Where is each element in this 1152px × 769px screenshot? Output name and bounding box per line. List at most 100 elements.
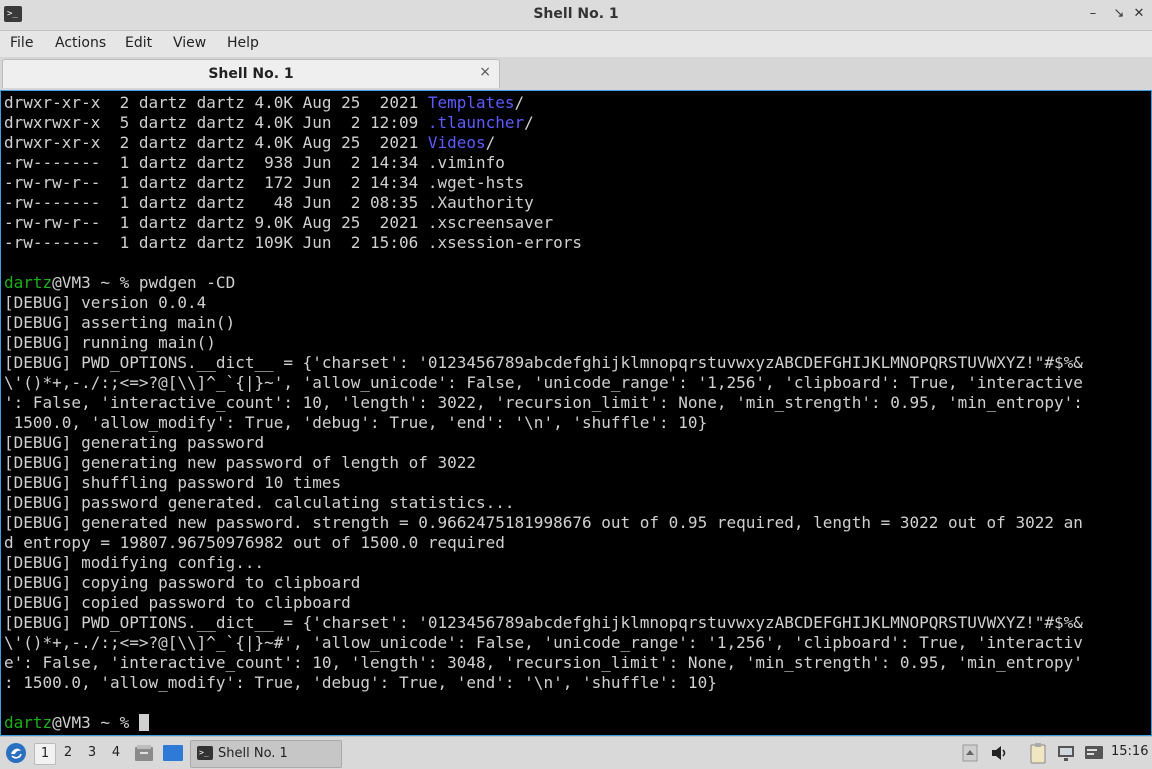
terminal-line: -rw------- 1 dartz dartz 48 Jun 2 08:35 …	[4, 193, 1083, 213]
terminal-lines: drwxr-xr-x 2 dartz dartz 4.0K Aug 25 202…	[4, 93, 1083, 733]
terminal-text: /	[514, 93, 525, 112]
prompt-user: dartz	[4, 713, 53, 732]
volume-icon[interactable]	[990, 744, 1010, 762]
app-menu-icon[interactable]	[5, 742, 27, 764]
terminal-text: /	[524, 113, 534, 132]
workspace-4[interactable]: 4	[106, 743, 126, 763]
show-desktop-icon[interactable]	[162, 744, 184, 762]
terminal-text: drwxr-xr-x 2 dartz dartz 4.0K Aug 25 202…	[4, 133, 428, 152]
terminal-text: drwxrwxr-x 5 dartz dartz 4.0K Jun 2 12:0…	[4, 113, 428, 132]
terminal-text: : 1500.0, 'allow_modify': True, 'debug':…	[4, 673, 717, 692]
terminal-line: [DEBUG] PWD_OPTIONS.__dict__ = {'charset…	[4, 353, 1083, 373]
terminal-text: [DEBUG] generated new password. strength…	[4, 513, 1083, 532]
terminal-cursor	[138, 714, 149, 731]
terminal-line: drwxr-xr-x 2 dartz dartz 4.0K Aug 25 202…	[4, 93, 1083, 113]
terminal-line: drwxr-xr-x 2 dartz dartz 4.0K Aug 25 202…	[4, 133, 1083, 153]
terminal-line: 1500.0, 'allow_modify': True, 'debug': T…	[4, 413, 1083, 433]
terminal-text: [DEBUG] generating password	[4, 433, 265, 452]
terminal-text: /	[485, 133, 496, 152]
terminal-line: -rw------- 1 dartz dartz 109K Jun 2 15:0…	[4, 233, 1083, 253]
menu-actions[interactable]: Actions	[55, 35, 106, 51]
terminal-line: : 1500.0, 'allow_modify': True, 'debug':…	[4, 673, 1083, 693]
maximize-icon[interactable]: ↘	[1110, 5, 1128, 23]
window-title: Shell No. 1	[533, 6, 619, 22]
tab-label: Shell No. 1	[208, 66, 294, 82]
terminal-text: ': False, 'interactive_count': 10, 'leng…	[4, 393, 1083, 412]
terminal-line: dartz@VM3 ~ % pwdgen -CD	[4, 273, 1083, 293]
terminal-line: drwxrwxr-x 5 dartz dartz 4.0K Jun 2 12:0…	[4, 113, 1083, 133]
minimize-icon[interactable]: –	[1084, 5, 1102, 23]
terminal-line: e': False, 'interactive_count': 10, 'len…	[4, 653, 1083, 673]
terminal-text: e': False, 'interactive_count': 10, 'len…	[4, 653, 1083, 672]
terminal-text: 1500.0, 'allow_modify': True, 'debug': T…	[4, 413, 708, 432]
tab-shell-1[interactable]: Shell No. 1 ×	[2, 59, 500, 88]
menu-help[interactable]: Help	[227, 35, 259, 51]
close-icon[interactable]: ✕	[1130, 5, 1148, 23]
menu-edit[interactable]: Edit	[125, 35, 152, 51]
terminal-line: [DEBUG] version 0.0.4	[4, 293, 1083, 313]
terminal-line: [DEBUG] PWD_OPTIONS.__dict__ = {'charset…	[4, 613, 1083, 633]
notification-icon[interactable]	[1084, 744, 1104, 762]
terminal-line: [DEBUG] generating password	[4, 433, 1083, 453]
terminal-text: [DEBUG] modifying config...	[4, 553, 265, 572]
terminal-line: [DEBUG] generating new password of lengt…	[4, 453, 1083, 473]
terminal-line: [DEBUG] generated new password. strength…	[4, 513, 1083, 533]
terminal-text: [DEBUG] PWD_OPTIONS.__dict__ = {'charset…	[4, 613, 1083, 632]
clock[interactable]: 15:16	[1111, 744, 1148, 759]
title-bar: >_ Shell No. 1 – ↘ ✕	[0, 0, 1152, 31]
terminal-line: \'()*+,-./:;<=>?@[\\]^_`{|}~', 'allow_un…	[4, 373, 1083, 393]
terminal-line: [DEBUG] running main()	[4, 333, 1083, 353]
workspace-2[interactable]: 2	[58, 743, 78, 763]
terminal-text: drwxr-xr-x 2 dartz dartz 4.0K Aug 25 202…	[4, 93, 428, 112]
terminal-text: [DEBUG] PWD_OPTIONS.__dict__ = {'charset…	[4, 353, 1083, 372]
terminal-line: dartz@VM3 ~ %	[4, 713, 1083, 733]
file-manager-icon[interactable]	[134, 744, 154, 762]
menu-bar: File Actions Edit View Help	[0, 31, 1152, 57]
terminal-text: [DEBUG] copied password to clipboard	[4, 593, 351, 612]
prompt-user: dartz	[4, 273, 53, 292]
task-label: Shell No. 1	[218, 746, 288, 761]
directory-name: Templates	[427, 93, 515, 112]
terminal-text: @VM3 ~ % pwdgen -CD	[52, 273, 236, 292]
terminal-text: -rw-rw-r-- 1 dartz dartz 9.0K Aug 25 202…	[4, 213, 554, 232]
terminal-output[interactable]: drwxr-xr-x 2 dartz dartz 4.0K Aug 25 202…	[0, 90, 1152, 736]
terminal-text: -rw------- 1 dartz dartz 938 Jun 2 14:34…	[4, 153, 505, 172]
menu-view[interactable]: View	[173, 35, 206, 51]
workspace-3[interactable]: 3	[82, 743, 102, 763]
clipboard-icon[interactable]	[1028, 742, 1048, 764]
menu-file[interactable]: File	[10, 35, 33, 51]
terminal-icon: >_	[197, 746, 213, 760]
terminal-text: -rw------- 1 dartz dartz 109K Jun 2 15:0…	[4, 233, 582, 252]
terminal-line: [DEBUG] asserting main()	[4, 313, 1083, 333]
terminal-line: [DEBUG] password generated. calculating …	[4, 493, 1083, 513]
tab-close-icon[interactable]: ×	[479, 64, 491, 80]
terminal-line: -rw------- 1 dartz dartz 938 Jun 2 14:34…	[4, 153, 1083, 173]
directory-name: .tlauncher	[427, 113, 525, 132]
network-icon[interactable]	[1056, 743, 1076, 763]
terminal-text: \'()*+,-./:;<=>?@[\\]^_`{|}~#', 'allow_u…	[4, 633, 1083, 652]
scroll-up-icon[interactable]	[962, 744, 978, 762]
terminal-text: [DEBUG] asserting main()	[4, 313, 236, 332]
terminal-line: -rw-rw-r-- 1 dartz dartz 172 Jun 2 14:34…	[4, 173, 1083, 193]
terminal-line: -rw-rw-r-- 1 dartz dartz 9.0K Aug 25 202…	[4, 213, 1083, 233]
terminal-text: [DEBUG] password generated. calculating …	[4, 493, 515, 512]
terminal-line: [DEBUG] copied password to clipboard	[4, 593, 1083, 613]
terminal-text: -rw-rw-r-- 1 dartz dartz 172 Jun 2 14:34…	[4, 173, 525, 192]
terminal-line: [DEBUG] shuffling password 10 times	[4, 473, 1083, 493]
terminal-text: [DEBUG] shuffling password 10 times	[4, 473, 342, 492]
taskbar: 1 2 3 4 >_ Shell No. 1 15:16	[0, 736, 1152, 769]
terminal-line: [DEBUG] copying password to clipboard	[4, 573, 1083, 593]
terminal-text: [DEBUG] copying password to clipboard	[4, 573, 361, 592]
terminal-text: [DEBUG] running main()	[4, 333, 216, 352]
terminal-line: [DEBUG] modifying config...	[4, 553, 1083, 573]
terminal-text: [DEBUG] generating new password of lengt…	[4, 453, 477, 472]
taskbar-task-shell[interactable]: >_ Shell No. 1	[190, 740, 342, 768]
tab-bar: Shell No. 1 ×	[0, 57, 1152, 89]
terminal-line: ': False, 'interactive_count': 10, 'leng…	[4, 393, 1083, 413]
workspace-1[interactable]: 1	[34, 743, 56, 765]
terminal-text: [DEBUG] version 0.0.4	[4, 293, 207, 312]
terminal-text: d entropy = 19807.96750976982 out of 150…	[4, 533, 505, 552]
terminal-text: -rw------- 1 dartz dartz 48 Jun 2 08:35 …	[4, 193, 534, 212]
